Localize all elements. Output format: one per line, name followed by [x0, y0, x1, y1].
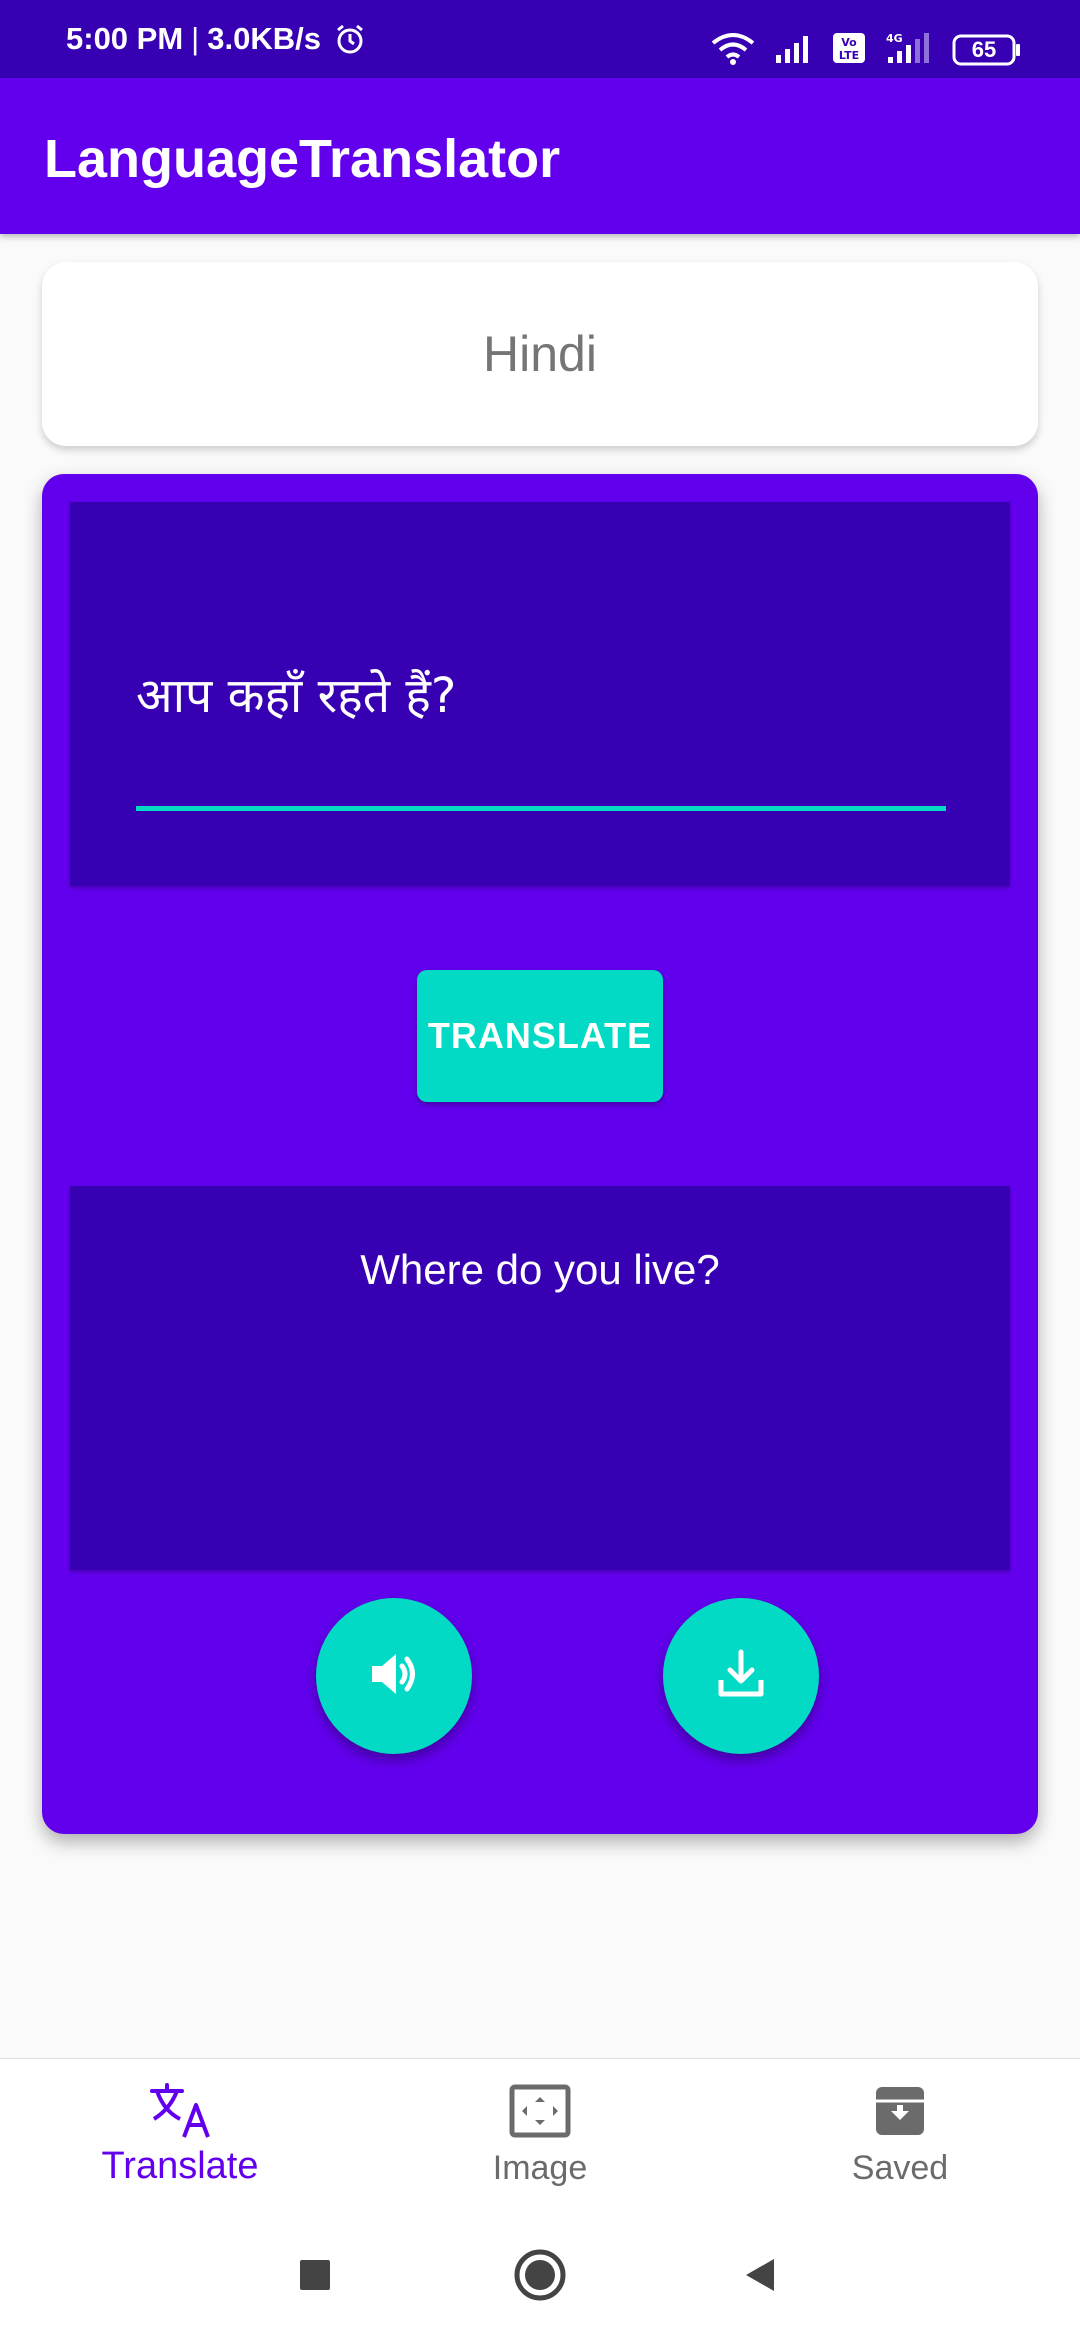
archive-icon — [872, 2079, 928, 2143]
nav-label-saved: Saved — [851, 2149, 949, 2187]
input-panel: आप कहाँ रहते हैं? — [70, 502, 1010, 886]
output-panel: Where do you live? — [70, 1186, 1010, 1570]
status-speed: 3.0KB/s — [207, 21, 321, 56]
image-icon — [508, 2079, 572, 2143]
save-translation-button[interactable] — [663, 1598, 819, 1754]
bottom-navigation: Translate Image Saved — [0, 2058, 1080, 2210]
status-bar: 5:00 PM | 3.0KB/s Vo LTE 4G 65 — [0, 0, 1080, 78]
battery-level: 65 — [971, 37, 997, 62]
translate-icon — [148, 2079, 212, 2143]
translator-card: आप कहाँ रहते हैं? TRANSLATE Where do you… — [42, 474, 1038, 1834]
translate-button[interactable]: TRANSLATE — [417, 970, 663, 1102]
speaker-icon — [366, 1646, 422, 1707]
status-left: 5:00 PM | 3.0KB/s — [66, 0, 367, 89]
signal-icon — [774, 33, 814, 68]
language-selector[interactable]: Hindi — [42, 262, 1038, 446]
app-title: LanguageTranslator — [44, 129, 561, 189]
language-label: Hindi — [483, 326, 597, 382]
status-time: 5:00 PM — [66, 21, 184, 56]
status-separator: | — [191, 21, 200, 56]
input-underline — [136, 806, 946, 811]
4g-signal-icon: 4G — [884, 31, 934, 70]
wifi-icon — [710, 31, 756, 70]
svg-text:Vo: Vo — [841, 36, 857, 49]
recents-button[interactable] — [280, 2240, 350, 2310]
alarm-icon — [333, 22, 367, 56]
download-icon — [713, 1646, 769, 1707]
nav-item-saved[interactable]: Saved — [720, 2059, 1080, 2211]
translated-text: Where do you live? — [360, 1246, 720, 1293]
status-icons: Vo LTE 4G 65 — [710, 22, 1022, 78]
volte-icon: Vo LTE — [832, 32, 866, 69]
nav-item-image[interactable]: Image — [360, 2059, 720, 2211]
battery-icon: 65 — [952, 33, 1022, 67]
svg-text:LTE: LTE — [839, 49, 859, 62]
back-button[interactable] — [725, 2240, 795, 2310]
nav-item-translate[interactable]: Translate — [0, 2059, 360, 2211]
nav-label-translate: Translate — [101, 2145, 259, 2187]
system-navigation-bar — [0, 2210, 1080, 2340]
nav-label-image: Image — [492, 2149, 588, 2187]
svg-text:4G: 4G — [886, 32, 903, 45]
source-text-input[interactable]: आप कहाँ रहते हैं? — [136, 662, 456, 727]
app-bar: LanguageTranslator — [0, 78, 1080, 234]
home-button[interactable] — [505, 2240, 575, 2310]
speak-button[interactable] — [316, 1598, 472, 1754]
